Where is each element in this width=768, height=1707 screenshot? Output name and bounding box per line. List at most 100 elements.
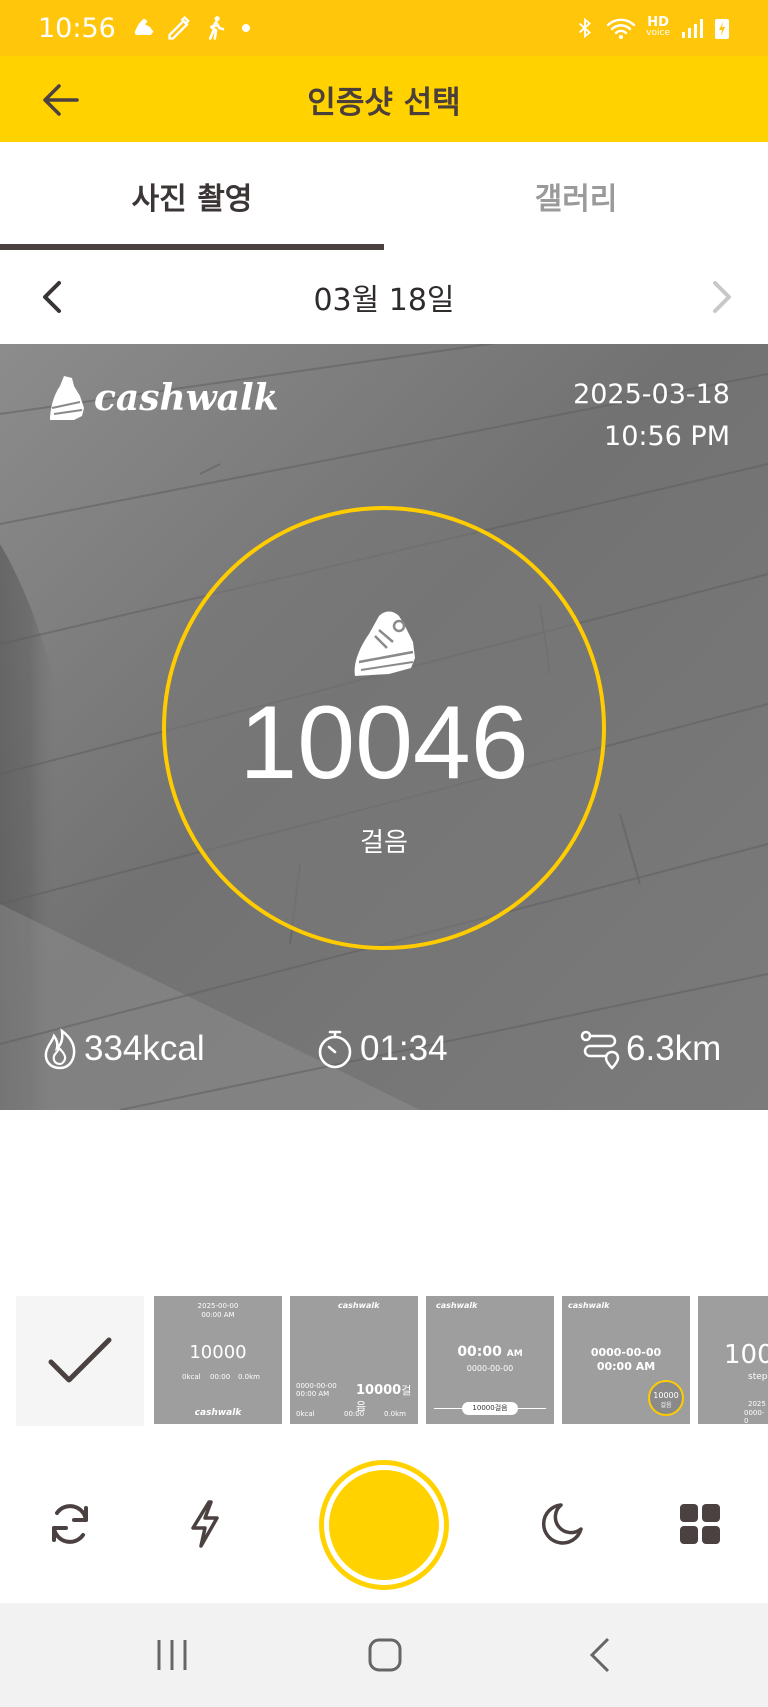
sneaker-icon — [354, 611, 415, 676]
switch-camera-button[interactable] — [38, 1492, 102, 1556]
template-brand: cashwalk — [436, 1301, 478, 1310]
tab-take-photo[interactable]: 사진 촬영 — [0, 142, 384, 250]
status-bar: 10:56 HD voice — [0, 0, 768, 56]
arrow-left-icon — [43, 84, 79, 116]
distance-value: 6.3km — [626, 1029, 722, 1068]
frame-template-1[interactable]: 2025-00-00 00:00 AM 10000 0kcal 00:00 0.… — [154, 1296, 282, 1424]
template-ampm: AM — [506, 1349, 523, 1359]
tab-gallery[interactable]: 갤러리 — [384, 142, 768, 250]
walking-notification-icon — [208, 16, 225, 40]
next-date-button[interactable] — [698, 273, 746, 321]
template-ring: 10000 걸음 — [648, 1380, 684, 1416]
template-brand: cashwalk — [338, 1301, 380, 1310]
photo-date: 2025-03-18 — [573, 379, 730, 410]
selected-frame-toggle[interactable] — [16, 1296, 144, 1426]
grid-icon — [680, 1504, 720, 1544]
template-steps: 10000 — [653, 1391, 679, 1400]
template-time: 00:00 AM — [201, 1311, 235, 1319]
grid-layout-button[interactable] — [668, 1492, 732, 1556]
checkmark-icon — [48, 1337, 112, 1383]
flash-icon — [191, 1500, 219, 1548]
system-back-button[interactable] — [570, 1633, 630, 1677]
camera-preview[interactable]: cashwalk 2025-03-18 10:56 PM 10046 걸음 33… — [0, 344, 768, 1110]
template-distance: 0.0km — [384, 1410, 407, 1418]
template-duration: 00:00 — [344, 1410, 365, 1418]
template-distance: 0000-0 — [744, 1409, 765, 1424]
pencil-notification-icon — [168, 15, 190, 40]
system-navigation-bar — [0, 1603, 768, 1707]
recent-apps-icon — [157, 1640, 187, 1670]
signal-icon — [682, 19, 703, 38]
night-mode-button[interactable] — [530, 1492, 594, 1556]
template-brand: cashwalk — [194, 1408, 242, 1418]
frame-template-5[interactable]: 100 step 2025 0000-0 — [698, 1296, 768, 1424]
moon-icon — [541, 1503, 583, 1545]
frame-template-3[interactable]: cashwalk 00:00 AM 0000-00-00 10000걸음 — [426, 1296, 554, 1424]
previous-date-button[interactable] — [28, 273, 76, 321]
frame-template-4[interactable]: cashwalk 0000-00-00 00:00 AM 10000 걸음 — [562, 1296, 690, 1424]
bluetooth-icon — [579, 17, 592, 39]
camera-controls — [0, 1456, 768, 1590]
template-duration: 00:00 — [210, 1373, 231, 1381]
flame-icon — [44, 1028, 76, 1070]
recent-apps-button[interactable] — [142, 1633, 202, 1677]
template-time: 00:00 AM — [426, 1344, 554, 1360]
distance-stat: 6.3km — [580, 1028, 721, 1070]
selected-date: 03월 18일 — [313, 283, 455, 318]
frame-template-strip: 2025-00-00 00:00 AM 10000 0kcal 00:00 0.… — [0, 1296, 768, 1426]
template-unit: step — [748, 1372, 768, 1382]
stopwatch-icon — [318, 1030, 352, 1069]
template-steps: 100 — [724, 1340, 768, 1370]
template-time: 00:00 AM — [296, 1390, 330, 1398]
brand-name: cashwalk — [94, 377, 279, 419]
status-time: 10:56 — [38, 12, 116, 44]
template-time: 00:00 AM — [596, 1360, 656, 1373]
back-button[interactable] — [36, 76, 84, 124]
chevron-right-icon — [713, 281, 731, 313]
template-date: 0000-00-00 — [466, 1364, 514, 1373]
template-kcal: 0kcal — [296, 1410, 315, 1418]
template-kcal: 0kcal — [182, 1373, 201, 1381]
template-date: 0000-00-00 — [296, 1382, 337, 1390]
screen: 10:56 HD voice 인증샷 선택 사진 촬영 갤러리 03월 18일 … — [0, 0, 768, 1707]
date-navigator: 03월 18일 — [0, 250, 768, 344]
template-unit: 걸음 — [660, 1402, 672, 1409]
app-bar: 인증샷 선택 — [0, 56, 768, 142]
template-pill: 10000걸음 — [462, 1402, 518, 1415]
tab-label: 사진 촬영 — [131, 182, 253, 217]
cashwalk-logo: cashwalk — [44, 372, 279, 424]
template-time-value: 00:00 — [457, 1344, 502, 1360]
template-date: 2025-00-00 — [197, 1302, 239, 1310]
home-icon — [368, 1638, 402, 1672]
calories-value: 334kcal — [84, 1029, 205, 1068]
template-brand: cashwalk — [568, 1301, 610, 1310]
duration-stat: 01:34 — [316, 1028, 448, 1070]
template-steps: 10000 — [189, 1342, 247, 1363]
battery-charging-icon — [715, 19, 729, 39]
template-date: 2025 — [748, 1400, 766, 1408]
notification-dot — [241, 24, 250, 32]
hd-voice-icon: HD voice — [646, 15, 670, 38]
tab-bar: 사진 촬영 갤러리 — [0, 142, 768, 250]
shutter-button[interactable] — [319, 1460, 449, 1590]
calories-stat: 334kcal — [42, 1028, 205, 1070]
duration-value: 01:34 — [360, 1029, 448, 1068]
photo-timestamp: 2025-03-18 10:56 PM — [573, 374, 730, 458]
template-date: 0000-00-00 — [590, 1346, 662, 1359]
photo-time: 10:56 PM — [604, 421, 730, 452]
shoe-notification-icon — [134, 18, 154, 35]
back-chevron-icon — [589, 1637, 610, 1673]
refresh-icon — [52, 1504, 88, 1544]
chevron-left-icon — [43, 281, 61, 313]
flash-button[interactable] — [172, 1492, 236, 1556]
step-count: 10046 — [239, 685, 529, 801]
frame-template-2[interactable]: cashwalk 0000-00-00 00:00 AM 10000걸음 0kc… — [290, 1296, 418, 1424]
shoe-logo-icon — [50, 376, 84, 420]
shutter-inner — [329, 1470, 439, 1580]
tab-label: 갤러리 — [534, 182, 618, 217]
page-title: 인증샷 선택 — [307, 84, 461, 121]
step-unit: 걸음 — [360, 828, 408, 858]
template-distance: 0.0km — [238, 1373, 261, 1381]
home-button[interactable] — [355, 1633, 415, 1677]
wifi-icon — [606, 18, 636, 39]
